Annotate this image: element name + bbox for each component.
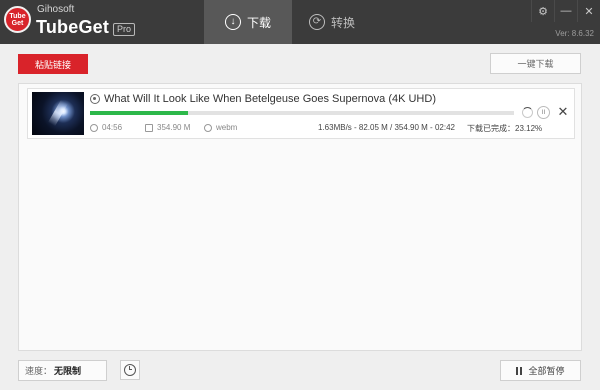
convert-arrows-icon: ⟳ — [308, 14, 325, 30]
download-item[interactable]: What Will It Look Like When Betelgeuse G… — [27, 88, 575, 139]
history-button[interactable] — [120, 360, 140, 380]
download-percent-status: 下载已完成：23.12% — [467, 124, 543, 133]
format-globe-icon — [204, 123, 212, 132]
download-progress-bar — [90, 111, 514, 115]
title-bar: Tube Get Gihosoft TubeGet Pro ↓ 下载 ⟳ 转换 … — [0, 0, 600, 44]
settings-gear-icon[interactable]: ⚙ — [531, 0, 554, 22]
video-thumbnail — [32, 92, 84, 135]
video-size-text: 354.90 M — [157, 123, 191, 132]
download-progress-fill — [90, 111, 189, 115]
tab-convert-label: 转换 — [330, 15, 355, 30]
version-label: Ver: 8.6.32 — [555, 29, 594, 38]
film-reel-icon — [90, 94, 100, 104]
window-controls: ⚙ — ✕ — [531, 0, 600, 22]
download-circle-icon: ↓ — [224, 14, 241, 30]
speed-limit-selector[interactable]: 速度： 无限制 — [18, 360, 107, 381]
tab-convert[interactable]: ⟳ 转换 — [292, 0, 372, 44]
download-speed-status: 1.63MB/s - 82.05 M / 354.90 M - 02:42 — [318, 123, 455, 132]
clock-icon — [90, 123, 98, 132]
video-format: webm — [204, 123, 237, 132]
brand-name: TubeGet — [36, 17, 110, 37]
speed-label: 速度： — [25, 366, 53, 376]
tab-download-label: 下载 — [246, 15, 271, 30]
minimize-button[interactable]: — — [554, 0, 577, 22]
pause-download-button[interactable]: II — [537, 106, 550, 119]
video-size: 354.90 M — [145, 123, 190, 132]
speed-value: 无限制 — [54, 366, 82, 376]
close-window-button[interactable]: ✕ — [577, 0, 600, 22]
brand-company: Gihosoft — [37, 4, 75, 15]
video-duration: 04:56 — [90, 123, 122, 132]
pause-icon — [516, 366, 523, 375]
video-format-text: webm — [216, 123, 238, 132]
app-logo-text: Tube Get — [9, 12, 26, 27]
pause-all-label: 全部暂停 — [528, 366, 565, 376]
history-clock-icon — [124, 364, 136, 376]
download-list: What Will It Look Like When Betelgeuse G… — [18, 83, 582, 351]
pause-all-button[interactable]: 全部暂停 — [500, 360, 581, 381]
one-click-download-button[interactable]: 一键下载 — [490, 53, 581, 74]
video-duration-text: 04:56 — [102, 123, 123, 132]
remove-download-button[interactable]: ✕ — [556, 105, 570, 119]
file-icon — [145, 123, 153, 132]
tab-download[interactable]: ↓ 下载 — [204, 0, 292, 44]
video-title: What Will It Look Like When Betelgeuse G… — [90, 93, 436, 105]
video-title-text: What Will It Look Like When Betelgeuse G… — [104, 93, 436, 105]
app-logo: Tube Get — [4, 6, 31, 33]
loading-spinner-icon — [522, 107, 533, 118]
paste-link-button[interactable]: 粘贴链接 — [18, 54, 88, 74]
edition-badge: Pro — [113, 23, 136, 36]
